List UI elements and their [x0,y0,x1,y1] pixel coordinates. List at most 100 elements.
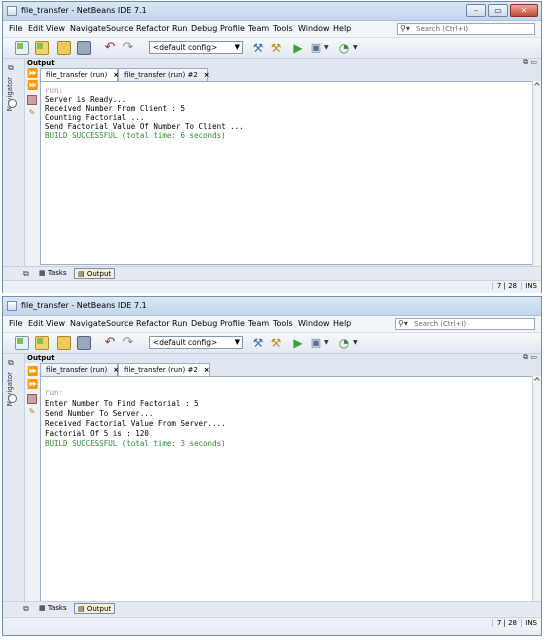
rerun-icon[interactable]: ⏩ [27,367,38,377]
undo-icon[interactable]: ↶ [103,41,117,55]
maximize-icon[interactable]: ▭ [488,4,508,17]
menu-view[interactable]: View [46,319,65,328]
output-settings-icon[interactable]: ✎ [27,407,37,417]
profile-icon[interactable]: ◔ [337,336,351,350]
search-placeholder: Search (Ctrl+I) [414,320,467,328]
output-settings-icon[interactable]: ✎ [27,108,37,118]
tasks-tab[interactable]: ▦ Tasks [39,268,67,279]
menu-team[interactable]: Team [248,319,269,328]
open-project-icon[interactable] [57,336,71,350]
minimize-icon[interactable]: – [466,4,486,17]
menu-navigate[interactable]: Navigate [70,24,106,33]
vertical-scrollbar[interactable] [532,81,541,265]
stop-icon[interactable] [27,95,37,105]
menu-window[interactable]: Window [298,24,330,33]
toolbar: ↶ ↷ <default config> ▼ ⚒ ⚒ ▶ ▣ ▼ ◔ ▼ [3,333,541,354]
tab-close-icon[interactable]: × [204,366,210,374]
search-box[interactable]: ⚲▾ Search (Ctrl+I) [397,23,535,35]
restore-window-icon[interactable]: ⧉ [8,63,14,73]
open-project-icon[interactable] [57,41,71,55]
config-dropdown[interactable]: <default config> ▼ [149,41,243,54]
build-icon[interactable]: ⚒ [251,336,265,350]
menu-window[interactable]: Window [298,319,330,328]
new-project-icon[interactable] [35,41,49,55]
console-line: Counting Factorial ... [45,113,145,122]
profile-icon[interactable]: ◔ [337,41,351,55]
menu-view[interactable]: View [46,24,65,33]
output-console[interactable]: run: Server is Ready... Received Number … [40,81,533,265]
tab-file-transfer-run-2[interactable]: file_transfer (run) #2 × [118,363,210,376]
debug-icon[interactable]: ▣ [309,41,323,55]
profile-dropdown-icon[interactable]: ▼ [353,339,358,346]
menu-team[interactable]: Team [248,24,269,33]
save-all-icon[interactable] [77,336,91,350]
run-icon[interactable]: ▶ [291,41,305,55]
menu-refactor[interactable]: Refactor [136,319,170,328]
tab-file-transfer-run-2[interactable]: file_transfer (run) #2 × [118,68,210,81]
config-dropdown[interactable]: <default config> ▼ [149,336,243,349]
window-controls-icon[interactable]: ⧉ ▭ [523,353,537,362]
profile-dropdown-icon[interactable]: ▼ [353,44,358,51]
new-project-icon[interactable] [35,336,49,350]
tab-file-transfer-run[interactable]: file_transfer (run) × [40,363,119,376]
output-tab-bar: file_transfer (run) × file_transfer (run)… [40,68,541,81]
debug-icon[interactable]: ▣ [309,336,323,350]
menu-help[interactable]: Help [333,24,351,33]
rerun-with-params-icon[interactable]: ⏩ [27,81,38,91]
run-icon[interactable]: ▶ [291,336,305,350]
debug-dropdown-icon[interactable]: ▼ [324,44,329,51]
menu-profile[interactable]: Profile [220,24,245,33]
menu-debug[interactable]: Debug [191,319,217,328]
redo-icon[interactable]: ↷ [121,336,135,350]
menu-help[interactable]: Help [333,319,351,328]
new-file-icon[interactable] [15,41,29,55]
rerun-with-params-icon[interactable]: ⏩ [27,380,38,390]
new-file-icon[interactable] [15,336,29,350]
redo-icon[interactable]: ↷ [121,41,135,55]
title-bar: file_transfer - NetBeans IDE 7.1 [3,297,541,316]
build-icon[interactable]: ⚒ [251,41,265,55]
restore-panel-icon[interactable]: ⧉ [23,269,29,279]
restore-panel-icon[interactable]: ⧉ [23,604,29,614]
rerun-icon[interactable]: ⏩ [27,69,38,79]
search-icon: ⚲▾ [400,24,410,33]
menu-profile[interactable]: Profile [220,319,245,328]
menu-run[interactable]: Run [172,319,187,328]
menu-file[interactable]: File [9,319,22,328]
save-all-icon[interactable] [77,41,91,55]
menu-debug[interactable]: Debug [191,24,217,33]
vertical-scrollbar[interactable] [532,376,541,606]
restore-window-icon[interactable]: ⧉ [8,358,14,368]
search-box[interactable]: ⚲▾ Search (Ctrl+I) [395,318,535,330]
menu-tools[interactable]: Tools [273,24,293,33]
menu-source[interactable]: Source [106,319,133,328]
menu-refactor[interactable]: Refactor [136,24,170,33]
output-tab[interactable]: ▤ Output [74,268,116,279]
debug-dropdown-icon[interactable]: ▼ [324,339,329,346]
menu-file[interactable]: File [9,24,22,33]
tab-label: file_transfer (run) [46,71,108,79]
search-icon: ⚲▾ [398,319,408,328]
output-console[interactable]: run: Enter Number To Find Factorial : 5 … [40,376,533,606]
menu-navigate[interactable]: Navigate [70,319,106,328]
stop-icon[interactable] [27,394,37,404]
clean-build-icon[interactable]: ⚒ [269,41,283,55]
tab-close-icon[interactable]: × [204,71,210,79]
tasks-tab[interactable]: ▦ Tasks [39,603,67,614]
menu-tools[interactable]: Tools [273,319,293,328]
menu-run[interactable]: Run [172,24,187,33]
left-side-strip: ⧉ Navigator [3,354,25,609]
menu-source[interactable]: Source [106,24,133,33]
close-icon[interactable]: ✕ [510,4,538,17]
menu-edit[interactable]: Edit [28,24,44,33]
clean-build-icon[interactable]: ⚒ [269,336,283,350]
tab-file-transfer-run[interactable]: file_transfer (run) × [40,68,119,81]
output-title: Output [27,354,55,362]
console-line: Send Factorial Value Of Number To Client… [45,122,244,131]
menu-edit[interactable]: Edit [28,319,44,328]
undo-icon[interactable]: ↶ [103,336,117,350]
tab-label: file_transfer (run) #2 [124,366,198,374]
window-controls-icon[interactable]: ⧉ ▭ [523,58,537,67]
output-tab[interactable]: ▤ Output [74,603,116,614]
console-line: run: [45,86,64,95]
